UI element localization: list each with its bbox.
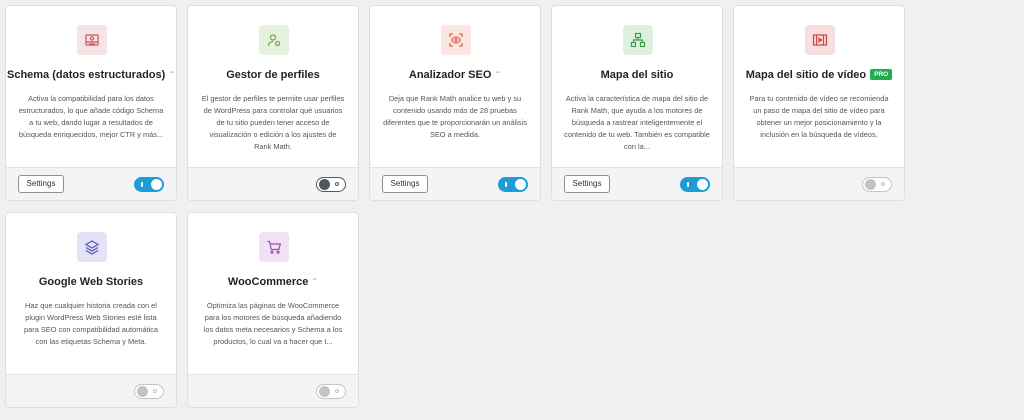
toggle-on-mark-icon [687,182,689,187]
module-description: Deja que Rank Math analice tu web y su c… [383,94,527,139]
module-title: Google Web Stories [38,276,144,288]
toggle-knob [697,179,708,190]
card-footer [6,374,176,407]
module-toggle[interactable] [498,177,528,192]
module-title: Mapa del sitio de vídeo PRO [734,69,904,81]
eye-scan-icon [441,25,471,55]
module-card-seo-analyzer: Analizador SEO ⌃ Deja que Rank Math anali… [369,5,541,201]
module-title: WooCommerce ⌃ [227,276,319,288]
module-card-sitemap: Mapa del sitio Activa la característica … [551,5,723,201]
toggle-on-mark-icon [141,182,143,187]
toggle-knob [318,178,330,190]
module-card-role-manager: Gestor de perfiles El gestor de perfiles… [187,5,359,201]
settings-button[interactable]: Settings [18,175,64,193]
module-card-woocommerce: WooCommerce ⌃ Optimiza las páginas de Woo… [187,212,359,408]
toggle-off-mark-icon [153,388,157,393]
module-toggle[interactable] [316,177,346,192]
card-footer [188,167,358,200]
toggle-knob [515,179,526,190]
module-toggle[interactable] [316,384,346,399]
module-toggle[interactable] [680,177,710,192]
toggle-knob [151,179,162,190]
module-title: Schema (datos estructurados) ⌃ [6,69,176,81]
toggle-off-mark-icon [881,181,885,186]
card-footer: Settings [370,167,540,200]
caret-up-icon: ⌃ [311,277,319,286]
module-card-web-stories: Google Web Stories Haz que cualquier his… [5,212,177,408]
module-description: Para tu contenido de vídeo se recomienda… [749,94,889,139]
toggle-off-mark-icon [335,181,339,186]
web-stories-icon [77,232,107,262]
module-description: Activa la característica de mapa del sit… [564,94,710,151]
video-film-icon [805,25,835,55]
module-toggle[interactable] [862,177,892,192]
module-card-schema: Schema (datos estructurados) ⌃ Activa la … [5,5,177,201]
module-description: Activa la compatibilidad para los datos … [18,94,164,139]
card-footer: Settings [552,167,722,200]
schema-icon [77,25,107,55]
sitemap-icon [623,25,653,55]
toggle-on-mark-icon [505,182,507,187]
module-description: Haz que cualquier historia creada con el… [24,301,158,346]
settings-button[interactable]: Settings [382,175,428,193]
pro-badge: PRO [870,69,893,80]
caret-up-icon: ⌃ [494,70,502,79]
card-footer [734,167,904,200]
module-card-video-sitemap: Mapa del sitio de vídeo PRO Para tu conte… [733,5,905,201]
toggle-knob [864,178,876,190]
module-description: El gestor de perfiles te permite usar pe… [201,94,345,151]
module-title: Gestor de perfiles [226,69,320,81]
caret-up-icon: ⌃ [168,70,176,79]
user-settings-icon [259,25,289,55]
toggle-off-mark-icon [335,388,339,393]
card-footer [188,374,358,407]
module-toggle[interactable] [134,384,164,399]
settings-button[interactable]: Settings [564,175,610,193]
module-title: Mapa del sitio [600,69,674,81]
module-toggle[interactable] [134,177,164,192]
toggle-knob [318,385,330,397]
toggle-knob [136,385,148,397]
cart-icon [259,232,289,262]
card-footer: Settings [6,167,176,200]
module-title: Analizador SEO ⌃ [408,69,502,81]
module-description: Optimiza las páginas de WooCommerce para… [203,301,343,346]
